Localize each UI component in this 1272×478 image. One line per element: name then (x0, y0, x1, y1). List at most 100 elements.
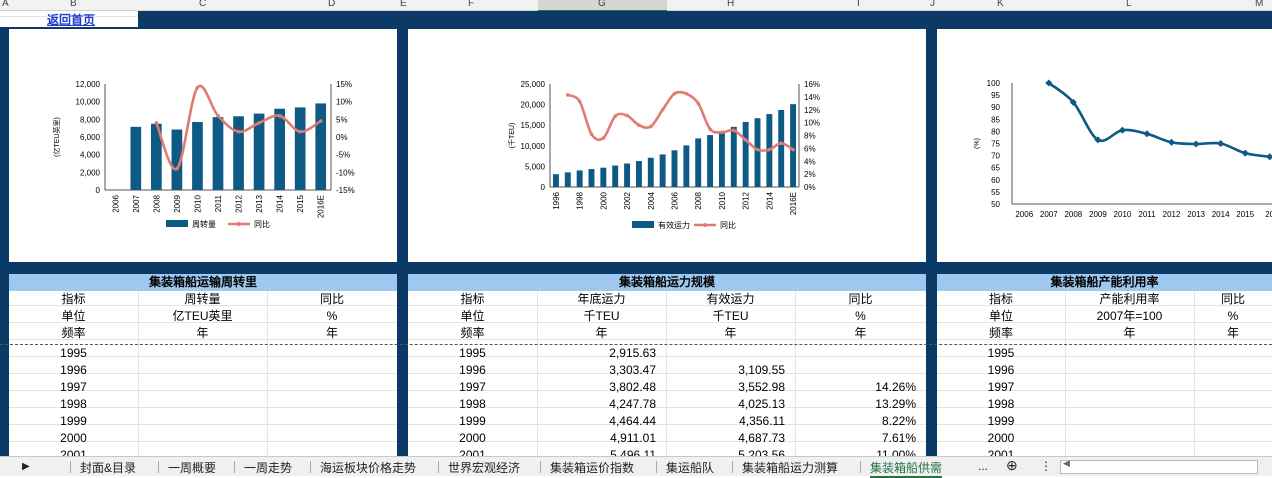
turnover-header-cell[interactable]: 年 (267, 325, 397, 342)
sheet-tab[interactable]: 世界宏观经济 (448, 459, 520, 476)
column-header-f[interactable]: F (468, 0, 474, 9)
sheet-tab[interactable]: 封面&目录 (80, 459, 136, 476)
utilization-header-cell[interactable]: 频率 (937, 325, 1065, 342)
column-header-e[interactable]: E (400, 0, 407, 9)
capacity-data-cell[interactable]: 4,911.01 (537, 430, 656, 447)
turnover-data-cell[interactable]: 1999 (9, 413, 138, 430)
utilization-header-cell[interactable]: 年 (1194, 325, 1272, 342)
capacity-data-cell[interactable]: 4,464.44 (537, 413, 656, 430)
turnover-data-cell[interactable]: 2000 (9, 430, 138, 447)
turnover-data-cell[interactable]: 1997 (9, 379, 138, 396)
utilization-data-cell[interactable]: 1999 (937, 413, 1065, 430)
column-header-h[interactable]: H (727, 0, 734, 9)
capacity-data-cell[interactable]: 1995 (408, 345, 537, 362)
column-header-b[interactable]: B (70, 0, 77, 9)
capacity-data-cell[interactable]: 1997 (408, 379, 537, 396)
chart-panel-utilization[interactable]: 100 95 90 85 80 75 70 65 60 55 50 (%) 2006 2007 2008 20… (937, 29, 1272, 262)
tab-options-icon[interactable]: ⋮ (1040, 459, 1052, 473)
sheet-tab[interactable]: 一周概要 (168, 459, 216, 476)
capacity-data-cell[interactable]: 13.29% (795, 396, 916, 413)
turnover-data-cell[interactable]: 1996 (9, 362, 138, 379)
chart-panel-turnover[interactable]: 12,000 10,000 8,000 6,000 4,000 2,000 0 15% 10% 5… (9, 29, 397, 262)
column-header-j[interactable]: J (930, 0, 935, 9)
capacity-data-cell[interactable]: 3,552.98 (666, 379, 785, 396)
turnover-header-cell[interactable]: 年 (138, 325, 267, 342)
capacity-data-cell[interactable]: 5,203.56 (666, 447, 785, 456)
utilization-data-cell[interactable]: 2000 (937, 430, 1065, 447)
turnover-header-cell[interactable]: 单位 (9, 308, 138, 325)
worksheet-grid[interactable]: 返回首页 12,000 10,000 8,000 6,000 4,000 2,000 0 15… (0, 11, 1272, 456)
capacity-data-cell[interactable]: 14.26% (795, 379, 916, 396)
capacity-data-cell[interactable]: 2000 (408, 430, 537, 447)
turnover-header-cell[interactable]: % (267, 308, 397, 325)
utilization-header-cell[interactable]: 产能利用率 (1065, 291, 1194, 308)
utilization-header-cell[interactable]: % (1194, 308, 1272, 325)
capacity-header-cell[interactable]: 指标 (408, 291, 537, 308)
capacity-data-cell[interactable]: 7.61% (795, 430, 916, 447)
capacity-data-cell[interactable]: 4,687.73 (666, 430, 785, 447)
capacity-data-cell[interactable]: 8.22% (795, 413, 916, 430)
utilization-data-cell[interactable]: 1995 (937, 345, 1065, 362)
capacity-data-cell[interactable]: 2,915.63 (537, 345, 656, 362)
sheet-tab[interactable]: 一周走势 (244, 459, 292, 476)
sheet-tab[interactable]: 海运板块价格走势 (320, 459, 416, 476)
capacity-header-cell[interactable]: 年 (666, 325, 795, 342)
utilization-data-cell[interactable]: 1997 (937, 379, 1065, 396)
utilization-header-cell[interactable]: 单位 (937, 308, 1065, 325)
utilization-header-cell[interactable]: 2007年=100 (1065, 308, 1194, 325)
capacity-header-cell[interactable]: 单位 (408, 308, 537, 325)
capacity-header-cell[interactable]: 年 (537, 325, 666, 342)
capacity-data-cell[interactable]: 3,303.47 (537, 362, 656, 379)
utilization-data-cell[interactable]: 2001 (937, 447, 1065, 456)
sheet-tab[interactable]: 集装箱运价指数 (550, 459, 634, 476)
tab-overflow-more[interactable]: ... (978, 459, 988, 473)
utilization-header-cell[interactable]: 指标 (937, 291, 1065, 308)
capacity-header-cell[interactable]: 频率 (408, 325, 537, 342)
capacity-data-cell[interactable]: 4,247.78 (537, 396, 656, 413)
capacity-header-cell[interactable]: % (795, 308, 926, 325)
capacity-header-cell[interactable]: 同比 (795, 291, 926, 308)
capacity-data-cell[interactable]: 2001 (408, 447, 537, 456)
sheet-tab[interactable]: 集装箱船运力测算 (742, 459, 838, 476)
scroll-left-arrow-icon[interactable]: ◀ (1063, 459, 1070, 469)
column-header-i[interactable]: I (857, 0, 860, 9)
capacity-header-cell[interactable]: 千TEU (537, 308, 666, 325)
horizontal-scrollbar[interactable]: ◀ (1060, 459, 1258, 474)
turnover-header-cell[interactable]: 指标 (9, 291, 138, 308)
column-header-k[interactable]: K (997, 0, 1004, 9)
column-header-l[interactable]: L (1126, 0, 1132, 9)
capacity-header-cell[interactable]: 千TEU (666, 308, 795, 325)
add-sheet-icon[interactable]: ⊕ (1006, 457, 1018, 474)
sheet-tab[interactable]: 集运船队 (666, 459, 714, 476)
column-header-m[interactable]: M (1255, 0, 1263, 9)
column-header-d[interactable]: D (328, 0, 335, 9)
capacity-header-cell[interactable]: 年底运力 (537, 291, 666, 308)
capacity-data-cell[interactable]: 1996 (408, 362, 537, 379)
column-header-c[interactable]: C (199, 0, 206, 9)
turnover-header-cell[interactable]: 同比 (267, 291, 397, 308)
turnover-header-cell[interactable]: 频率 (9, 325, 138, 342)
utilization-header-cell[interactable]: 年 (1065, 325, 1194, 342)
utilization-data-cell[interactable]: 1996 (937, 362, 1065, 379)
utilization-header-cell[interactable]: 同比 (1194, 291, 1272, 308)
capacity-data-cell[interactable]: 4,356.11 (666, 413, 785, 430)
column-header-g[interactable]: G (598, 0, 606, 9)
sheet-tab[interactable]: 集装箱船供需 (870, 459, 943, 478)
turnover-data-cell[interactable]: 1998 (9, 396, 138, 413)
capacity-data-cell[interactable]: 3,802.48 (537, 379, 656, 396)
turnover-header-cell[interactable]: 周转量 (138, 291, 267, 308)
capacity-data-cell[interactable]: 3,109.55 (666, 362, 785, 379)
turnover-header-cell[interactable]: 亿TEU英里 (138, 308, 267, 325)
turnover-data-cell[interactable]: 1995 (9, 345, 138, 362)
back-home-link[interactable]: 返回首页 (47, 11, 95, 28)
turnover-data-cell[interactable]: 2001 (9, 447, 138, 456)
column-header-a[interactable]: A (2, 0, 9, 9)
capacity-data-cell[interactable]: 4,025.13 (666, 396, 785, 413)
scroll-tabs-right-icon[interactable]: ▶ (22, 461, 30, 472)
capacity-header-cell[interactable]: 有效运力 (666, 291, 795, 308)
capacity-header-cell[interactable]: 年 (795, 325, 926, 342)
capacity-data-cell[interactable]: 5,496.11 (537, 447, 656, 456)
chart-panel-capacity[interactable]: 25,000 20,000 15,000 10,000 5,000 0 16% 14% 12% 1… (408, 29, 926, 262)
utilization-data-cell[interactable]: 1998 (937, 396, 1065, 413)
capacity-data-cell[interactable]: 11.00% (795, 447, 916, 456)
